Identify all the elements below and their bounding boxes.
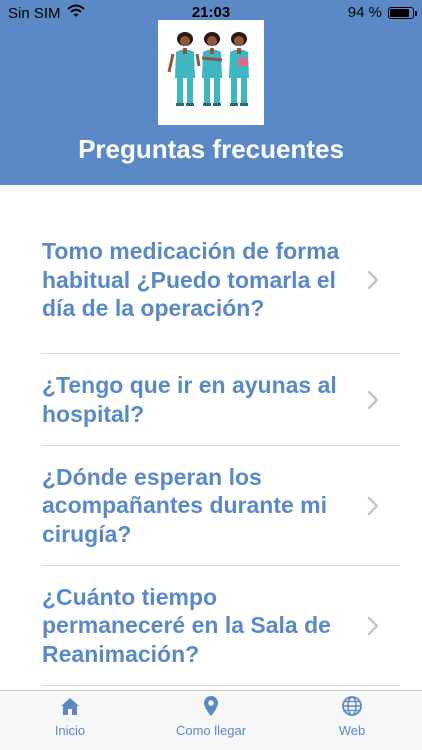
tab-label: Web	[338, 723, 366, 738]
tab-inicio[interactable]: Inicio	[10, 695, 130, 738]
chevron-right-icon	[367, 496, 379, 515]
battery-percent: 94 %	[347, 4, 382, 21]
page-title: Preguntas frecuentes	[78, 134, 344, 164]
tab-web[interactable]: Web	[292, 695, 412, 738]
chevron-right-icon	[367, 270, 379, 290]
tab-como-llegar[interactable]: Como llegar	[151, 695, 271, 738]
faq-list: Tomo medicación de forma habitual ¿Puedo…	[42, 207, 400, 686]
battery-level	[390, 8, 409, 17]
nurses-illustration	[158, 20, 264, 125]
faq-item[interactable]: ¿Tengo que ir en ayunas al hospital?	[42, 354, 400, 446]
tab-label: Inicio	[54, 723, 86, 738]
faq-item[interactable]: ¿Dónde esperan los acompañantes durante …	[42, 446, 400, 566]
globe-icon	[342, 696, 362, 716]
home-icon	[61, 698, 79, 715]
tab-bar: Inicio Como llegar Web	[0, 690, 422, 750]
chevron-right-icon	[367, 616, 379, 635]
chevron-right-icon	[367, 390, 379, 409]
faq-question: Tomo medicación de forma habitual ¿Puedo…	[42, 238, 340, 322]
header: Sin SIM 21:03 94 % Preguntas frecuentes	[0, 0, 422, 185]
faq-item[interactable]: ¿Cuánto tiempo permaneceré en la Sala de…	[42, 566, 400, 686]
faq-question: ¿Tengo que ir en ayunas al hospital?	[42, 372, 337, 427]
faq-item[interactable]: Tomo medicación de forma habitual ¿Puedo…	[42, 207, 400, 354]
faq-question: ¿Cuánto tiempo permaneceré en la Sala de…	[42, 583, 331, 667]
location-pin-icon	[204, 696, 218, 716]
faq-question: ¿Dónde esperan los acompañantes durante …	[42, 463, 328, 547]
tab-label: Como llegar	[175, 723, 247, 738]
battery-icon	[388, 6, 417, 19]
